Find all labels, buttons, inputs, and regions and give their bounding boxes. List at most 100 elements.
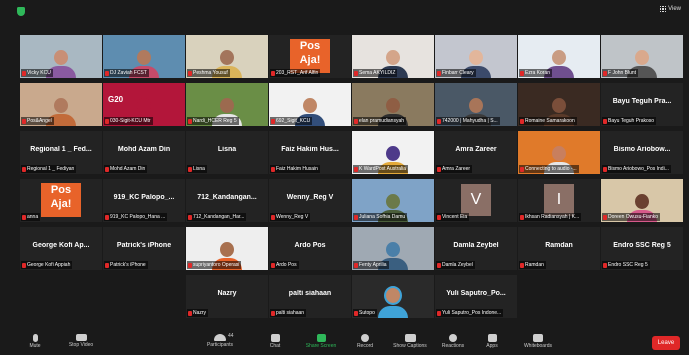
stop-video-button[interactable]: Stop Video (61, 334, 101, 348)
reactions-button[interactable]: Reactions (433, 334, 473, 349)
participant-tile[interactable]: Ezra Koran (518, 35, 600, 78)
muted-microphone-icon (603, 262, 607, 268)
participant-tile[interactable]: 919_KC Palopo_... 919_KC Palopo_Hana ... (103, 179, 185, 222)
participant-tile[interactable]: Damla Zeybel Damla Zeybel (435, 227, 517, 270)
participant-tile[interactable]: F John Blunt (601, 35, 683, 78)
muted-microphone-icon (603, 166, 607, 172)
participant-tile[interactable]: Faiz Hakim Hus... Faiz Hakim Husain (269, 131, 351, 174)
participant-tile[interactable]: Bayu Teguh Pra... Bayu Teguh Prakoso (601, 83, 683, 126)
participant-name: Yuli Saputro_Pos Indone... (442, 310, 502, 316)
participant-tile[interactable]: 742000 | Mahyudha | S... (435, 83, 517, 126)
participant-tile[interactable]: G20 030-Sigit-KCU Mtr (103, 83, 185, 126)
apps-button[interactable]: Apps (472, 334, 512, 349)
participant-tile[interactable]: Yuli Saputro_Po... Yuli Saputro_Pos Indon… (435, 275, 517, 318)
participant-tile[interactable]: George Kofi Ap... George Kofi Appiah (20, 227, 102, 270)
participant-tile[interactable]: palti siahaan palti siahaan (269, 275, 351, 318)
top-bar: View (0, 0, 689, 22)
participant-tile[interactable]: Connecting to audio -... (518, 131, 600, 174)
participant-name-label: 919_KC Palopo_Hana ... (104, 213, 168, 221)
chat-button[interactable]: Chat (255, 334, 295, 349)
participant-tile[interactable]: K WardPost Australia (352, 131, 434, 174)
mute-button[interactable]: Mute (15, 334, 55, 349)
participant-name: Connecting to audio -... (525, 166, 577, 172)
participant-tile[interactable]: Pos Aja! 203_RST_Arif Alfin (269, 35, 351, 78)
muted-microphone-icon (271, 262, 275, 268)
participant-tile[interactable]: elan pramudiansyah (352, 83, 434, 126)
participants-button[interactable]: Participants (200, 334, 240, 348)
participant-tile[interactable]: Finbarr Cleary (435, 35, 517, 78)
participant-name: Sema AKYILDIZ (359, 70, 396, 76)
participant-name: Doreen Owusu-Fianko (608, 214, 659, 220)
muted-microphone-icon (520, 214, 524, 220)
participant-tile[interactable]: I Ikhsan Radiansyah | K... (518, 179, 600, 222)
record-icon (361, 334, 369, 342)
whiteboards-button[interactable]: Whiteboards (518, 334, 558, 349)
participant-tile[interactable]: Ramdan Ramdan (518, 227, 600, 270)
muted-microphone-icon (105, 118, 109, 124)
participant-name: 203_RST_Arif Alfin (276, 70, 319, 76)
participant-tile[interactable]: Fenty Aprilia (352, 227, 434, 270)
participant-name: Romaine Samarakoon (525, 118, 575, 124)
participant-name: Vicky KCU (27, 70, 51, 76)
participant-tile[interactable]: Mohd Azam Din Mohd Azam Din (103, 131, 185, 174)
participant-tile[interactable]: 692_Sigit_KCU (269, 83, 351, 126)
participant-tile[interactable]: Endro SSC Reg 5 Endro SSC Reg 5 (601, 227, 683, 270)
participant-name-label: Fenty Aprilia (353, 261, 389, 269)
participant-tile[interactable]: Bismo Ariobow... Bismo Ariobowo_Pos Indi.… (601, 131, 683, 174)
pos-aja-logo: Pos Aja! (41, 183, 81, 217)
chat-label: Chat (269, 343, 281, 349)
participant-display-name: Damla Zeybel (453, 242, 499, 249)
muted-microphone-icon (22, 262, 26, 268)
participant-display-name: Nazry (217, 290, 237, 297)
participant-tile[interactable]: 712_Kandangan... 712_Kandangan_Har... (186, 179, 268, 222)
participant-tile[interactable]: Peshma Yousuf (186, 35, 268, 78)
show-captions-button[interactable]: Show Captions (390, 334, 430, 349)
muted-microphone-icon (437, 310, 441, 316)
participant-tile[interactable]: Pos Aja! anna (20, 179, 102, 222)
participant-name: K WardPost Australia (359, 166, 407, 172)
participant-name: Patrick's iPhone (110, 262, 146, 268)
participant-name-label: Wenny_Reg V (270, 213, 311, 221)
muted-microphone-icon (22, 214, 26, 220)
apps-icon (487, 334, 497, 342)
participant-tile[interactable]: Sema AKYILDIZ (352, 35, 434, 78)
participant-name: Fenty Aprilia (359, 262, 387, 268)
participant-name: DJ Zaviah FCST (110, 70, 147, 76)
participant-display-name: Mohd Azam Din (117, 146, 171, 153)
participant-tile[interactable]: DJ Zaviah FCST (103, 35, 185, 78)
participant-tile[interactable]: Romaine Samarakoon (518, 83, 600, 126)
participant-tile[interactable]: Juliana Sofhia Damu (352, 179, 434, 222)
chat-bubble-icon (270, 334, 280, 342)
record-button[interactable]: Record (345, 334, 385, 349)
whiteboards-label: Whiteboards (523, 343, 553, 349)
participant-tile[interactable]: supriyantoro Operasi (186, 227, 268, 270)
participant-tile[interactable]: Patrick's iPhone Patrick's iPhone (103, 227, 185, 270)
participant-tile[interactable]: Pos&Angel (20, 83, 102, 126)
share-screen-button[interactable]: Share Screen (301, 334, 341, 349)
security-shield-icon[interactable] (17, 7, 25, 16)
grid-view-icon (660, 6, 667, 12)
participant-name-label: anna (21, 213, 41, 221)
gallery-view: Vicky KCU DJ Zaviah FCST Peshma Yousuf Pos … (20, 35, 686, 330)
participant-tile[interactable]: Vicky KCU (20, 35, 102, 78)
participant-tile[interactable]: V Vincent Eia (435, 179, 517, 222)
view-button[interactable]: View (660, 6, 681, 12)
participant-tile[interactable]: Doreen Owusu-Fianko (601, 179, 683, 222)
participant-tile[interactable]: Sutopo (352, 275, 434, 318)
participant-tile[interactable]: Amra Zareer Amra Zareer (435, 131, 517, 174)
participant-tile[interactable]: Ardo Pos Ardo Pos (269, 227, 351, 270)
participant-tile[interactable]: Wenny_Reg V Wenny_Reg V (269, 179, 351, 222)
participant-name-label: palti siahaan (270, 309, 307, 317)
participant-name: Sutopo (359, 310, 375, 316)
leave-button[interactable]: Leave (652, 336, 680, 350)
muted-microphone-icon (603, 70, 607, 76)
participant-tile[interactable]: Regional 1 _ Fed... Regional 1 _ Fediyan (20, 131, 102, 174)
participant-tile[interactable]: Nazry Nazry (186, 275, 268, 318)
show-captions-label: Show Captions (393, 343, 427, 349)
participant-tile[interactable]: Nardi_HCER Reg 5 (186, 83, 268, 126)
share-screen-label: Share Screen (305, 343, 337, 349)
participant-tile[interactable]: Lisna Lisna (186, 131, 268, 174)
participant-name: Regional 1 _ Fediyan (27, 166, 75, 172)
participant-name-label: Bayu Teguh Prakoso (602, 117, 657, 125)
participant-name-label: Mohd Azam Din (104, 165, 148, 173)
